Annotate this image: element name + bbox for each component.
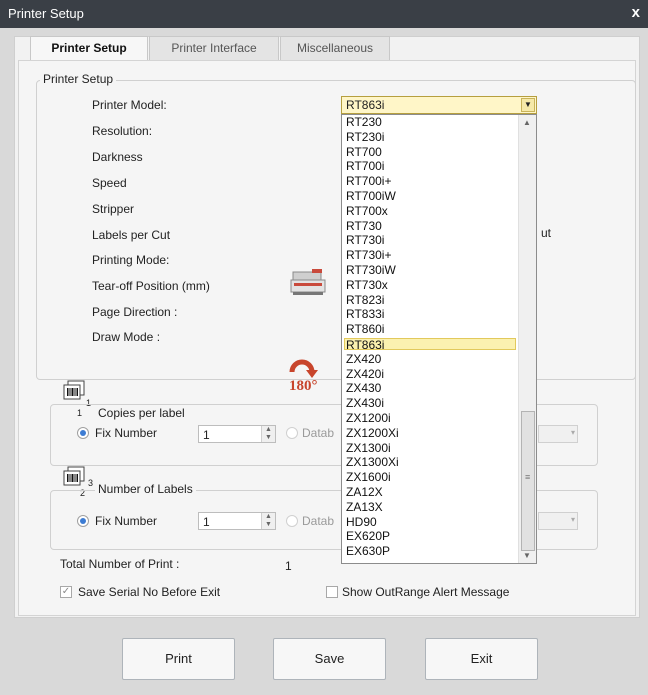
dropdown-option[interactable]: RT700x xyxy=(346,205,516,217)
dropdown-option[interactable]: RT230i xyxy=(346,131,516,143)
number-of-labels-icon xyxy=(62,466,86,488)
copies-per-label-title: Copies per label xyxy=(95,406,188,420)
show-outrange-label: Show OutRange Alert Message xyxy=(342,585,510,599)
dropdown-option[interactable]: RT700 xyxy=(346,146,516,158)
window-title: Printer Setup xyxy=(8,6,84,21)
labels-fix-number-value: 1 xyxy=(203,515,210,529)
save-serial-label: Save Serial No Before Exit xyxy=(78,585,221,599)
dropdown-option[interactable]: RT863i xyxy=(344,338,516,351)
copies-fix-number-radio[interactable] xyxy=(77,427,89,439)
dropdown-option[interactable]: EX620P xyxy=(346,530,516,542)
scroll-up-icon[interactable]: ▲ xyxy=(523,118,531,127)
labels-database-label: Datab xyxy=(302,514,335,528)
printer-model-select[interactable]: RT863i ▼ xyxy=(341,96,537,114)
close-icon[interactable]: x xyxy=(632,4,640,21)
copies-fix-number-value: 1 xyxy=(203,428,210,442)
rotate-180-icon: 180° xyxy=(286,358,328,394)
copies-per-label-icon xyxy=(62,380,86,402)
scroll-thumb[interactable]: ≡ xyxy=(521,411,535,551)
total-number-label: Total Number of Print : xyxy=(60,557,180,571)
resolution-label: Resolution: xyxy=(92,124,153,138)
tab-miscellaneous[interactable]: Miscellaneous xyxy=(280,36,390,60)
dropdown-option[interactable]: ZA13X xyxy=(346,501,516,513)
exit-button[interactable]: Exit xyxy=(425,638,538,680)
dropdown-option[interactable]: RT860i xyxy=(346,323,516,335)
dropdown-option[interactable]: RT700i+ xyxy=(346,175,516,187)
dropdown-option[interactable]: RT730iW xyxy=(346,264,516,276)
labels-database-radio[interactable] xyxy=(286,515,298,527)
dropdown-option[interactable]: ZX1300Xi xyxy=(346,456,516,468)
save-serial-checkbox[interactable]: ✓ xyxy=(60,586,72,598)
copies-fix-number-label: Fix Number xyxy=(95,426,158,440)
darkness-label: Darkness xyxy=(92,150,143,164)
dropdown-option[interactable]: EX630P xyxy=(346,545,516,557)
tear-off-position-label: Tear-off Position (mm) xyxy=(92,279,210,293)
dropdown-option[interactable]: ZX1300i xyxy=(346,442,516,454)
copies-fix-number-stepper[interactable]: 1 ▲ ▼ xyxy=(198,425,276,443)
printer-model-selected: RT863i xyxy=(346,98,385,112)
dropdown-option[interactable]: RT700i xyxy=(346,160,516,172)
dropdown-option[interactable]: ZX1200Xi xyxy=(346,427,516,439)
printer-icon xyxy=(290,268,326,296)
printing-mode-label: Printing Mode: xyxy=(92,253,170,267)
printer-model-label: Printer Model: xyxy=(92,98,167,112)
dropdown-option[interactable]: ZX430i xyxy=(346,397,516,409)
labels-fix-number-radio[interactable] xyxy=(77,515,89,527)
dropdown-scrollbar[interactable]: ▲ ≡ ▼ xyxy=(518,115,536,563)
dropdown-option[interactable]: RT730x xyxy=(346,279,516,291)
copies-database-select[interactable]: ▾ xyxy=(538,425,578,443)
dropdown-option[interactable]: RT700iW xyxy=(346,190,516,202)
draw-mode-label: Draw Mode : xyxy=(92,330,161,344)
copies-database-label: Datab xyxy=(302,426,335,440)
dropdown-option[interactable]: RT730 xyxy=(346,220,516,232)
dropdown-option[interactable]: ZX420 xyxy=(346,353,516,365)
show-outrange-checkbox[interactable] xyxy=(326,586,338,598)
tab-printer-interface[interactable]: Printer Interface xyxy=(149,36,279,60)
partial-right-text: ut xyxy=(541,226,552,240)
labels-super: 3 xyxy=(88,478,94,488)
tab-printer-setup[interactable]: Printer Setup xyxy=(30,36,148,61)
dropdown-option[interactable]: ZA12X xyxy=(346,486,516,498)
printer-model-dropdown[interactable]: RT230 RT230i RT700 RT700i RT700i+ RT700iW RT70… xyxy=(341,114,537,564)
dropdown-option[interactable]: RT833i xyxy=(346,308,516,320)
dropdown-option[interactable]: ZX430 xyxy=(346,382,516,394)
dropdown-option[interactable]: RT823i xyxy=(346,294,516,306)
labels-fix-number-label: Fix Number xyxy=(95,514,158,528)
stepper-buttons[interactable]: ▲ ▼ xyxy=(261,513,275,529)
dropdown-option[interactable]: ZX1600i xyxy=(346,471,516,483)
labels-per-cut-label: Labels per Cut xyxy=(92,228,171,242)
save-button[interactable]: Save xyxy=(273,638,386,680)
speed-label: Speed xyxy=(92,176,127,190)
svg-text:180°: 180° xyxy=(289,378,318,392)
scroll-down-icon[interactable]: ▼ xyxy=(523,551,531,560)
dropdown-option[interactable]: RT730i xyxy=(346,234,516,246)
title-bar: Printer Setup x xyxy=(0,0,648,28)
dropdown-option[interactable]: ZX420i xyxy=(346,368,516,380)
printer-setup-group-label: Printer Setup xyxy=(40,72,117,86)
total-number-value: 1 xyxy=(285,559,292,573)
dropdown-option[interactable]: RT230 xyxy=(346,116,516,128)
dropdown-option[interactable]: RT730i+ xyxy=(346,249,516,261)
stripper-label: Stripper xyxy=(92,202,135,216)
labels-database-select[interactable]: ▾ xyxy=(538,512,578,530)
print-button[interactable]: Print xyxy=(122,638,235,680)
dropdown-option[interactable]: ZX1200i xyxy=(346,412,516,424)
labels-fix-number-stepper[interactable]: 1 ▲ ▼ xyxy=(198,512,276,530)
dropdown-option[interactable]: HD90 xyxy=(346,516,516,528)
stepper-buttons[interactable]: ▲ ▼ xyxy=(261,426,275,442)
number-of-labels-title: Number of Labels xyxy=(95,482,196,496)
copies-database-radio[interactable] xyxy=(286,427,298,439)
printer-setup-window: Printer Setup x Printer Setup Printer In… xyxy=(0,0,648,695)
page-direction-label: Page Direction : xyxy=(92,305,178,319)
chevron-down-icon[interactable]: ▼ xyxy=(521,98,535,112)
